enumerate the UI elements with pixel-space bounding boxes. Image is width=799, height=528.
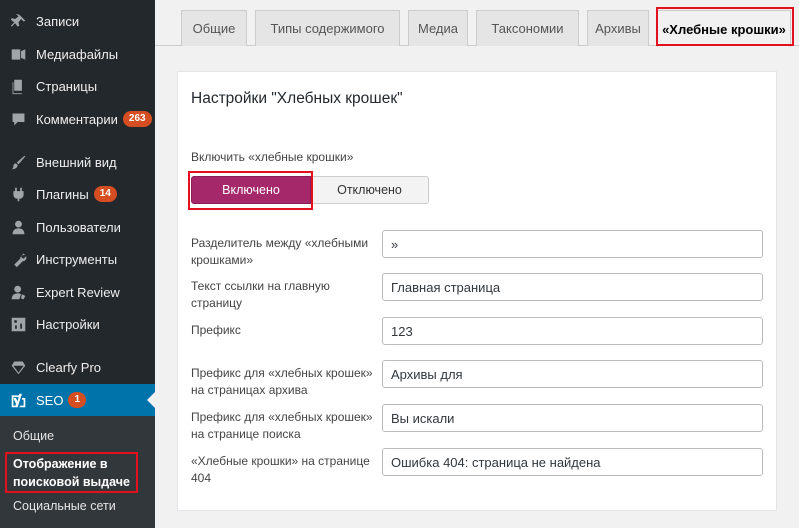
menu-item-label: Expert Review — [36, 284, 120, 300]
menu-item-label: Clearfy Pro — [36, 359, 102, 375]
users-icon — [9, 218, 27, 236]
tab-general[interactable]: Общие — [181, 10, 247, 46]
menu-item-expert-review[interactable]: Expert Review — [0, 276, 155, 308]
menu-item-label: Плагины — [36, 186, 89, 202]
menu-item-label: Комментарии — [36, 111, 118, 127]
highlight-box — [188, 171, 313, 210]
menu-item-pages[interactable]: Страницы — [0, 70, 155, 102]
pin-icon — [9, 12, 27, 30]
menu-item-media[interactable]: Медиафайлы — [0, 38, 155, 70]
prefix-input[interactable]: 123 — [382, 317, 763, 345]
panel-title: Настройки "Хлебных крошек" — [191, 90, 403, 107]
menu-item-users[interactable]: Пользователи — [0, 211, 155, 243]
search-prefix-label: Префикс для «хлебных крошек» на странице… — [191, 410, 373, 441]
yoast-icon — [9, 391, 27, 409]
plugin-icon — [9, 185, 27, 203]
submenu-item-social[interactable]: Социальные сети — [13, 499, 116, 513]
tab-taxonomies[interactable]: Таксономии — [476, 10, 579, 46]
seo-count-badge: 1 — [68, 392, 87, 408]
plugins-count-badge: 14 — [93, 186, 117, 202]
menu-item-tools[interactable]: Инструменты — [0, 243, 155, 275]
paintbrush-icon — [9, 153, 27, 171]
menu-item-label: SEO — [36, 392, 64, 408]
menu-item-label: Внешний вид — [36, 154, 117, 170]
search-prefix-input[interactable]: Вы искали — [382, 404, 763, 432]
menu-item-seo[interactable]: SEO 1 — [0, 384, 155, 416]
menu-item-appearance[interactable]: Внешний вид — [0, 146, 155, 178]
comments-count-badge: 263 — [122, 111, 152, 127]
menu-item-label: Медиафайлы — [36, 46, 119, 62]
menu-item-label: Записи — [36, 13, 80, 29]
menu-item-label: Настройки — [36, 316, 100, 332]
settings-tabs: Общие Типы содержимого Медиа Таксономии … — [155, 0, 799, 47]
menu-item-plugins[interactable]: Плагины 14 — [0, 178, 155, 210]
highlight-box — [656, 7, 794, 46]
menu-item-label: Пользователи — [36, 219, 121, 235]
404-label: «Хлебные крошки» на странице 404 — [191, 454, 370, 485]
home-text-label: Текст ссылки на главную страницу — [191, 279, 330, 310]
menu-item-label: Страницы — [36, 78, 98, 94]
toggle-off-button[interactable]: Отключено — [311, 176, 429, 204]
diamond-icon — [9, 358, 27, 376]
highlight-box — [5, 452, 138, 493]
submenu-item-general[interactable]: Общие — [13, 429, 54, 443]
admin-sidebar: Записи Медиафайлы Страницы Комментарии 2… — [0, 0, 155, 528]
menu-item-posts[interactable]: Записи — [0, 5, 155, 37]
tab-archives[interactable]: Архивы — [587, 10, 649, 46]
pages-icon — [9, 77, 27, 95]
home-text-input[interactable]: Главная страница — [382, 273, 763, 301]
tab-content-types[interactable]: Типы содержимого — [255, 10, 400, 46]
404-input[interactable]: Ошибка 404: страница не найдена — [382, 448, 763, 476]
prefix-label: Префикс — [191, 323, 241, 337]
separator-input[interactable]: » — [382, 230, 763, 258]
separator-label: Разделитель между «хлебными крошками» — [191, 236, 369, 267]
archive-prefix-input[interactable]: Архивы для — [382, 360, 763, 388]
archive-prefix-label: Префикс для «хлебных крошек» на страница… — [191, 366, 373, 397]
tab-media[interactable]: Медиа — [408, 10, 468, 46]
panel-bottom-edge — [177, 511, 777, 528]
media-icon — [9, 45, 27, 63]
menu-item-settings[interactable]: Настройки — [0, 308, 155, 340]
menu-item-clearfy-pro[interactable]: Clearfy Pro — [0, 351, 155, 383]
menu-item-comments[interactable]: Комментарии 263 — [0, 103, 155, 135]
wrench-icon — [9, 250, 27, 268]
expert-review-icon — [9, 283, 27, 301]
settings-icon — [9, 315, 27, 333]
breadcrumbs-settings-panel: Настройки "Хлебных крошек" Включить «хле… — [177, 71, 777, 511]
comments-icon — [9, 110, 27, 128]
menu-item-label: Инструменты — [36, 251, 118, 267]
toggle-label: Включить «хлебные крошки» — [191, 150, 354, 164]
